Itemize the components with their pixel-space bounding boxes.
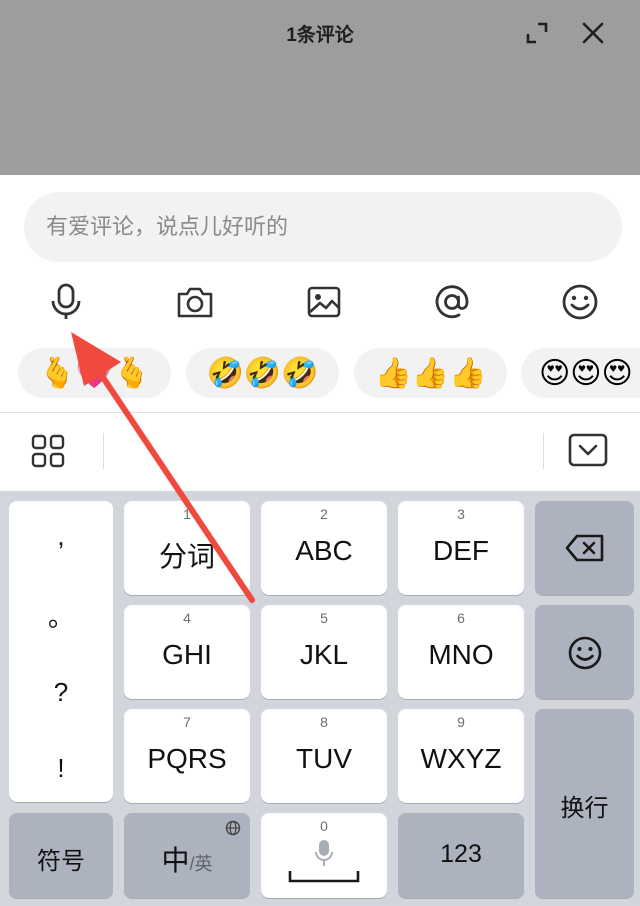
keyboard-toolbar	[0, 413, 640, 489]
backspace-icon	[565, 534, 604, 562]
emoji-button[interactable]	[558, 280, 602, 324]
key-number: 8	[320, 714, 328, 730]
key-2[interactable]: 2 ABC	[261, 501, 387, 595]
key-9[interactable]: 9 WXYZ	[398, 709, 524, 803]
image-icon	[307, 286, 341, 318]
camera-button[interactable]	[173, 280, 217, 324]
comment-sheet-header: 1条评论	[0, 0, 640, 175]
image-button[interactable]	[302, 280, 346, 324]
key-label: 分词	[158, 541, 215, 572]
key-5[interactable]: 5 JKL	[261, 605, 387, 699]
expand-button[interactable]	[520, 16, 554, 50]
key-label: 符号	[37, 848, 85, 875]
quick-reply-chip[interactable]: 👍👍👍	[354, 348, 507, 398]
backspace-key[interactable]	[535, 501, 634, 595]
punct-exclamation[interactable]: !	[9, 753, 113, 784]
t9-keyboard: , 。 ? ! 1 分词 2 ABC 3 DEF 4 GHI 5 JKL 6 M…	[0, 491, 640, 906]
expand-icon	[526, 22, 548, 44]
close-icon	[582, 22, 604, 44]
key-label: 中/英	[124, 839, 250, 879]
language-switch-key[interactable]: 中/英	[124, 813, 250, 898]
key-label: JKL	[299, 639, 349, 670]
quick-reply-chip[interactable]: 🤣🤣🤣	[186, 348, 339, 398]
globe-icon	[225, 820, 241, 836]
grid-menu-icon[interactable]	[30, 433, 66, 469]
key-label: ABC	[295, 535, 353, 566]
key-label: MNO	[428, 639, 494, 670]
mention-button[interactable]	[430, 280, 474, 324]
divider	[103, 433, 104, 469]
key-number: 7	[183, 714, 191, 730]
key-number: 4	[183, 610, 191, 626]
comment-composer: 🫰💗🫰 🤣🤣🤣 👍👍👍 😍😍😍	[0, 175, 640, 491]
key-1[interactable]: 1 分词	[124, 501, 250, 595]
key-number: 5	[320, 610, 328, 626]
key-label: 123	[440, 840, 482, 868]
lang-main-label: 中	[161, 845, 190, 876]
camera-icon	[177, 287, 213, 318]
emoji-key[interactable]	[535, 605, 634, 699]
punctuation-column[interactable]: , 。 ? !	[9, 501, 113, 802]
microphone-icon	[51, 283, 81, 319]
numbers-key[interactable]: 123	[398, 813, 524, 898]
symbols-key[interactable]: 符号	[9, 813, 113, 898]
smiley-icon	[562, 284, 598, 320]
key-8[interactable]: 8 TUV	[261, 709, 387, 803]
key-7[interactable]: 7 PQRS	[124, 709, 250, 803]
close-button[interactable]	[576, 16, 610, 50]
voice-button[interactable]	[44, 280, 88, 324]
key-label: 换行	[560, 795, 609, 822]
space-key[interactable]: 0	[261, 813, 387, 898]
key-number: 9	[457, 714, 465, 730]
key-4[interactable]: 4 GHI	[124, 605, 250, 699]
key-3[interactable]: 3 DEF	[398, 501, 524, 595]
smiley-icon	[568, 636, 602, 670]
lang-sub-label: /英	[189, 854, 213, 874]
punct-question[interactable]: ?	[9, 677, 113, 708]
at-sign-icon	[435, 285, 469, 319]
quick-reply-chip[interactable]: 🫰💗🫰	[18, 348, 171, 398]
microphone-icon	[315, 840, 333, 866]
key-number: 1	[183, 506, 191, 522]
key-number: 2	[320, 506, 328, 522]
comment-input[interactable]	[24, 192, 622, 262]
punct-period[interactable]: 。	[9, 597, 113, 634]
divider	[543, 433, 544, 469]
key-number: 0	[320, 818, 328, 834]
space-bar-icon	[288, 871, 360, 883]
key-label: TUV	[296, 743, 352, 774]
key-label: DEF	[433, 535, 489, 566]
key-label: GHI	[162, 639, 212, 670]
hide-keyboard-icon[interactable]	[568, 432, 608, 468]
quick-reply-chip[interactable]: 😍😍😍	[521, 348, 640, 398]
key-number: 6	[457, 610, 465, 626]
key-6[interactable]: 6 MNO	[398, 605, 524, 699]
key-label: WXYZ	[420, 743, 502, 774]
punct-comma[interactable]: ,	[9, 521, 113, 552]
quick-reply-row: 🫰💗🫰 🤣🤣🤣 👍👍👍 😍😍😍	[0, 340, 640, 406]
newline-key[interactable]: 换行	[535, 709, 634, 898]
key-label: PQRS	[147, 743, 227, 774]
key-number: 3	[457, 506, 465, 522]
